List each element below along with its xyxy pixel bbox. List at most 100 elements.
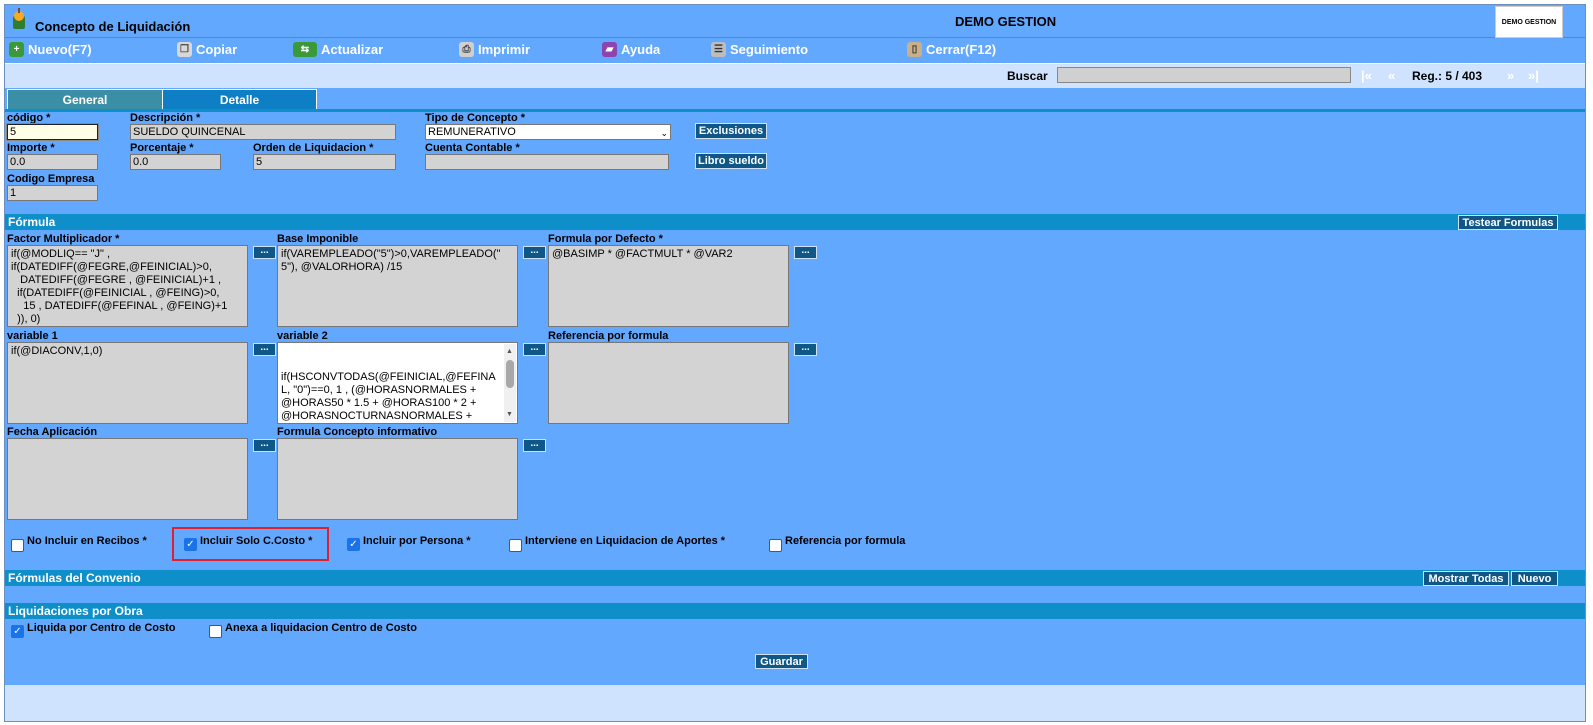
- plus-icon: +: [9, 42, 24, 57]
- codigo-empresa-label: Codigo Empresa: [7, 173, 95, 185]
- company-name: DEMO GESTION: [955, 14, 1057, 29]
- door-icon: ▯: [907, 42, 922, 57]
- search-input[interactable]: [1057, 67, 1351, 83]
- variable2-edit-button[interactable]: ...: [523, 343, 546, 356]
- informativo-edit-button[interactable]: ...: [523, 439, 546, 452]
- base-edit-button[interactable]: ...: [523, 246, 546, 259]
- cuenta-field[interactable]: [425, 154, 669, 170]
- anexa-ccosto-checkbox[interactable]: [209, 625, 222, 638]
- print-label: Imprimir: [478, 42, 531, 57]
- orden-label: Orden de Liquidacion *: [253, 142, 374, 154]
- liquida-ccosto-label: Liquida por Centro de Costo: [27, 622, 176, 634]
- app-icon: [10, 8, 28, 30]
- variable1-textarea[interactable]: if(@DIACONV,1,0): [7, 342, 248, 424]
- tipo-concepto-select[interactable]: REMUNERATIVO ⌄: [425, 124, 671, 140]
- new-button[interactable]: + Nuevo(F7): [9, 42, 92, 57]
- referencia-label: Referencia por formula: [548, 330, 669, 342]
- anexa-ccosto-label: Anexa a liquidacion Centro de Costo: [225, 622, 417, 634]
- base-textarea[interactable]: if(VAREMPLEADO("5")>0,VAREMPLEADO(" 5"),…: [277, 245, 518, 327]
- refresh-icon: ⇆: [293, 42, 317, 57]
- porcentaje-field[interactable]: 0.0: [130, 154, 221, 170]
- company-logo: DEMO GESTION: [1495, 6, 1563, 38]
- new-label: Nuevo(F7): [28, 42, 92, 57]
- scroll-down-icon[interactable]: ▼: [506, 408, 513, 421]
- importe-label: Importe *: [7, 142, 55, 154]
- variable1-edit-button[interactable]: ...: [253, 343, 276, 356]
- no-incluir-checkbox[interactable]: [11, 539, 24, 552]
- liquida-ccosto-checkbox[interactable]: ✓: [11, 625, 24, 638]
- variable1-label: variable 1: [7, 330, 58, 342]
- defecto-label: Formula por Defecto *: [548, 233, 663, 245]
- first-record-button[interactable]: |«: [1361, 68, 1372, 83]
- porcentaje-label: Porcentaje *: [130, 142, 194, 154]
- cuenta-label: Cuenta Contable *: [425, 142, 520, 154]
- refresh-button[interactable]: ⇆ Actualizar: [293, 42, 383, 57]
- aportes-checkbox[interactable]: [509, 539, 522, 552]
- variable2-scrollbar[interactable]: ▲ ▼: [504, 344, 516, 422]
- help-label: Ayuda: [621, 42, 661, 57]
- descripcion-field[interactable]: SUELDO QUINCENAL: [130, 124, 396, 140]
- tracking-label: Seguimiento: [730, 42, 809, 57]
- por-persona-label: Incluir por Persona *: [363, 535, 471, 547]
- factor-label: Factor Multiplicador *: [7, 233, 120, 245]
- ref-formula-checkbox[interactable]: [769, 539, 782, 552]
- print-button[interactable]: ⎙ Imprimir: [459, 42, 530, 57]
- defecto-edit-button[interactable]: ...: [794, 246, 817, 259]
- fecha-textarea[interactable]: [7, 438, 248, 520]
- solo-ccosto-checkbox[interactable]: ✓: [184, 538, 197, 551]
- refresh-label: Actualizar: [321, 42, 384, 57]
- no-incluir-label: No Incluir en Recibos *: [27, 535, 147, 547]
- next-record-button[interactable]: »: [1507, 68, 1514, 83]
- record-counter: Reg.: 5 / 403: [1412, 69, 1483, 83]
- prev-record-button[interactable]: «: [1388, 68, 1395, 83]
- orden-field[interactable]: 5: [253, 154, 396, 170]
- copy-button[interactable]: ❐ Copiar: [177, 42, 237, 57]
- help-button[interactable]: ▰ Ayuda: [602, 42, 660, 57]
- ref-formula-label: Referencia por formula: [785, 535, 906, 547]
- tab-divider: [5, 109, 1585, 112]
- informativo-textarea[interactable]: [277, 438, 518, 520]
- app-window: Concepto de Liquidación DEMO GESTION DEM…: [4, 4, 1586, 722]
- nuevo-formula-button[interactable]: Nuevo: [1511, 571, 1558, 586]
- close-button[interactable]: ▯ Cerrar(F12): [907, 42, 996, 57]
- variable2-text: if(HSCONVTODAS(@FEINICIAL,@FEFINA L, "0"…: [281, 371, 496, 422]
- convenio-section-title: Fórmulas del Convenio: [8, 571, 141, 585]
- tipo-concepto-label: Tipo de Concepto *: [425, 112, 526, 124]
- tipo-concepto-value: REMUNERATIVO: [428, 126, 516, 138]
- factor-textarea[interactable]: if(@MODLIQ== "J" , if(DATEDIFF(@FEGRE,@F…: [7, 245, 248, 327]
- factor-edit-button[interactable]: ...: [253, 246, 276, 259]
- search-bar: Buscar |« « Reg.: 5 / 403 » »|: [5, 64, 1585, 88]
- exclusiones-button[interactable]: Exclusiones: [695, 123, 767, 139]
- last-record-button[interactable]: »|: [1528, 68, 1539, 83]
- referencia-edit-button[interactable]: ...: [794, 343, 817, 356]
- codigo-empresa-field[interactable]: 1: [7, 185, 98, 201]
- solo-ccosto-label: Incluir Solo C.Costo *: [200, 535, 313, 547]
- scroll-thumb[interactable]: [506, 360, 514, 388]
- stack-icon: ☰: [711, 42, 726, 57]
- variable2-textarea[interactable]: if(HSCONVTODAS(@FEINICIAL,@FEFINA L, "0"…: [277, 342, 518, 424]
- scroll-up-icon[interactable]: ▲: [506, 345, 513, 358]
- chevron-down-icon: ⌄: [660, 128, 668, 138]
- por-persona-checkbox[interactable]: ✓: [347, 538, 360, 551]
- tracking-button[interactable]: ☰ Seguimiento: [711, 42, 808, 57]
- title-bar: Concepto de Liquidación DEMO GESTION DEM…: [5, 5, 1585, 38]
- mostrar-todas-button[interactable]: Mostrar Todas: [1423, 571, 1509, 586]
- referencia-textarea[interactable]: [548, 342, 789, 424]
- obra-section-header: Liquidaciones por Obra: [5, 603, 1585, 619]
- testear-formulas-button[interactable]: Testear Formulas: [1458, 215, 1558, 230]
- page-title: Concepto de Liquidación: [35, 19, 191, 34]
- codigo-field[interactable]: 5: [7, 124, 98, 140]
- importe-field[interactable]: 0.0: [7, 154, 98, 170]
- close-label: Cerrar(F12): [926, 42, 997, 57]
- obra-section-title: Liquidaciones por Obra: [8, 604, 143, 618]
- fecha-label: Fecha Aplicación: [7, 426, 98, 438]
- convenio-section-header: Fórmulas del Convenio: [5, 570, 1585, 586]
- defecto-textarea[interactable]: @BASIMP * @FACTMULT * @VAR2: [548, 245, 789, 327]
- book-icon: ▰: [602, 42, 617, 57]
- fecha-edit-button[interactable]: ...: [253, 439, 276, 452]
- tab-detalle[interactable]: Detalle: [162, 89, 317, 110]
- guardar-button[interactable]: Guardar: [755, 654, 808, 669]
- tab-general[interactable]: General: [7, 89, 163, 110]
- libro-sueldo-button[interactable]: Libro sueldo: [695, 153, 767, 169]
- codigo-label: código *: [7, 112, 51, 124]
